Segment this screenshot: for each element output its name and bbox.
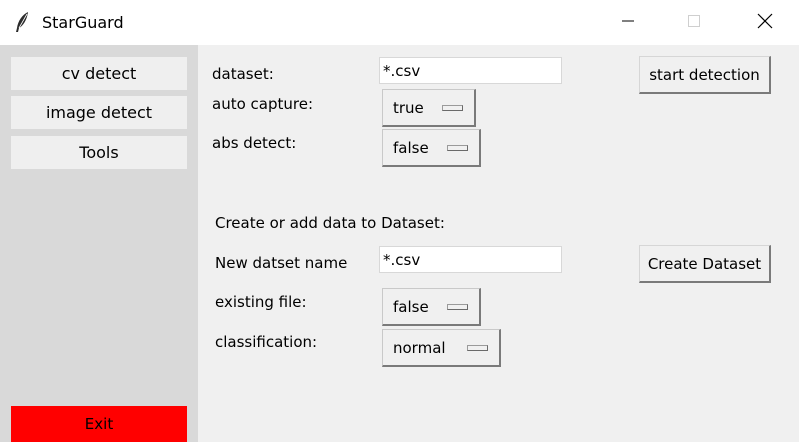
start-detection-button[interactable]: start detection <box>639 56 771 94</box>
auto-capture-value: true <box>393 98 424 117</box>
minimize-button[interactable] <box>605 0 651 45</box>
create-dataset-button[interactable]: Create Dataset <box>639 245 771 283</box>
classification-value: normal <box>393 338 446 357</box>
exit-button[interactable]: Exit <box>11 406 187 442</box>
title-bar: StarGuard <box>0 0 799 45</box>
new-dataset-name-input[interactable] <box>379 246 562 273</box>
auto-capture-select[interactable]: true <box>382 89 476 127</box>
sidebar-item-image-detect[interactable]: image detect <box>11 96 187 129</box>
dropdown-indicator-icon <box>467 345 488 351</box>
dataset-input[interactable] <box>379 57 562 84</box>
dropdown-indicator-icon <box>442 105 463 111</box>
sidebar: cv detect image detect Tools Exit <box>0 45 198 442</box>
sidebar-item-tools[interactable]: Tools <box>11 136 187 169</box>
new-dataset-name-label: New datset name <box>215 254 348 272</box>
abs-detect-select[interactable]: false <box>382 129 481 167</box>
minimize-icon <box>620 13 636 33</box>
sidebar-item-cv-detect[interactable]: cv detect <box>11 57 187 90</box>
existing-file-label: existing file: <box>215 293 307 311</box>
dropdown-indicator-icon <box>447 304 468 310</box>
existing-file-select[interactable]: false <box>382 288 481 326</box>
create-section-title: Create or add data to Dataset: <box>215 214 445 232</box>
window-title: StarGuard <box>42 13 124 32</box>
abs-detect-value: false <box>393 138 429 157</box>
close-button[interactable] <box>742 0 788 45</box>
close-icon <box>756 12 774 34</box>
app-window: StarGuard cv detect image detect Tools E… <box>0 0 799 442</box>
feather-icon <box>14 11 32 33</box>
dataset-label: dataset: <box>212 65 274 83</box>
auto-capture-label: auto capture: <box>212 95 313 113</box>
abs-detect-label: abs detect: <box>212 134 297 152</box>
maximize-button[interactable] <box>671 0 717 45</box>
classification-select[interactable]: normal <box>382 329 501 367</box>
maximize-icon <box>686 13 702 33</box>
classification-label: classification: <box>215 333 318 351</box>
existing-file-value: false <box>393 297 429 316</box>
dropdown-indicator-icon <box>447 145 468 151</box>
